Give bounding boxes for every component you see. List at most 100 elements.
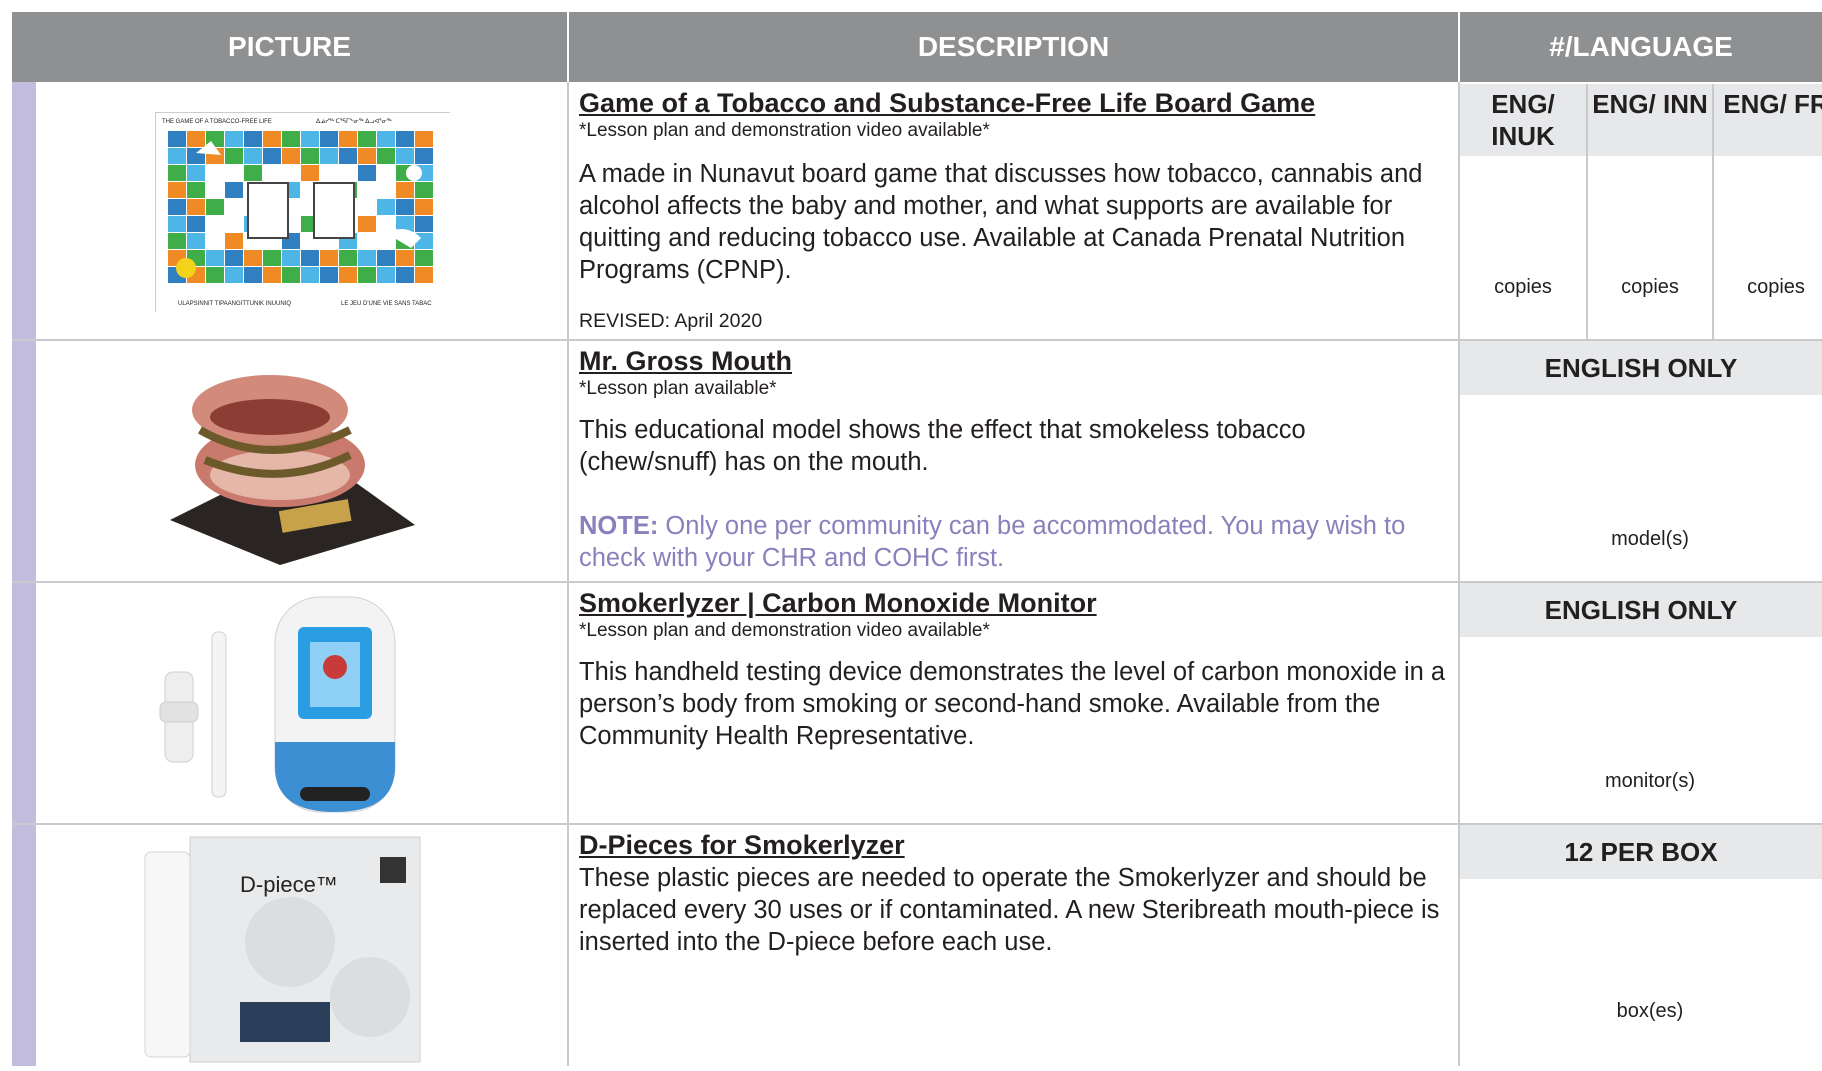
board-square: [244, 131, 262, 147]
board-square: [396, 182, 414, 198]
board-square: [282, 250, 300, 266]
row2-description: This educational model shows the effect …: [579, 416, 1306, 476]
board-square: [415, 267, 433, 283]
board-square: [320, 267, 338, 283]
d-piece-brand-text: D-piece™: [240, 872, 338, 897]
board-game-label-top-left: THE GAME OF A TOBACCO-FREE LIFE: [162, 119, 272, 125]
smokerlyzer-graphic: [159, 596, 396, 813]
row1-description: A made in Nunavut board game that discus…: [579, 160, 1423, 284]
board-square: [187, 131, 205, 147]
row3-unit: monitor(s): [1604, 770, 1695, 792]
board-square: [339, 250, 357, 266]
row3-description: This handheld testing device demonstrate…: [579, 658, 1446, 750]
board-square: [301, 165, 319, 181]
board-square: [320, 148, 338, 164]
board-square: [168, 165, 186, 181]
language-col-divider: [1586, 84, 1588, 339]
row1-unit-eng-inn: copies: [1621, 276, 1679, 298]
board-square: [168, 182, 186, 198]
header-language: #/LANGUAGE: [1460, 12, 1822, 82]
row4-unit: box(es): [1616, 1000, 1684, 1022]
board-square: [244, 250, 262, 266]
board-game-graphic: THE GAME OF A TOBACCO-FREE LIFE ᐃᓅᓯᖅ ᑕᕐᕋ…: [156, 113, 451, 313]
board-square: [263, 250, 281, 266]
board-square: [282, 267, 300, 283]
row3-availability-note: *Lesson plan and demonstration video ava…: [579, 620, 990, 641]
board-square: [396, 267, 414, 283]
board-square: [377, 148, 395, 164]
row2-note-text: Only one per community can be accommodat…: [579, 512, 1406, 572]
board-square: [301, 148, 319, 164]
board-square: [168, 216, 186, 232]
board-square: [377, 267, 395, 283]
row2-availability-note: *Lesson plan available*: [579, 378, 777, 399]
board-square: [206, 267, 224, 283]
board-game-label-top-right: ᐃᓅᓯᖅ ᑕᕐᕋᒥᖕᓂᖅ ᐃᓗᐊᕐᓂᖅ: [316, 118, 392, 125]
board-square: [263, 267, 281, 283]
row3-title: Smokerlyzer | Carbon Monoxide Monitor: [579, 588, 1097, 618]
board-square: [339, 131, 357, 147]
board-square: [187, 233, 205, 249]
row2-accommodation-note: NOTE: Only one per community can be acco…: [579, 510, 1449, 574]
row1-unit-eng-inuk: copies: [1494, 276, 1552, 298]
board-game-label-bottom-right: LE JEU D'UNE VIE SANS TABAC: [341, 301, 432, 307]
board-square: [301, 131, 319, 147]
board-square: [282, 131, 300, 147]
row2-unit: model(s): [1611, 528, 1689, 550]
board-square: [415, 199, 433, 215]
board-square: [358, 148, 376, 164]
column-divider: [567, 82, 569, 1066]
gross-mouth-model-image: [160, 355, 420, 570]
board-square: [396, 148, 414, 164]
gross-mouth-graphic: [170, 375, 415, 565]
board-square: [339, 148, 357, 164]
board-square: [168, 148, 186, 164]
board-square: [377, 199, 395, 215]
language-col-eng-inn: ENG/ INN: [1592, 89, 1708, 119]
board-square: [358, 165, 376, 181]
board-square: [263, 148, 281, 164]
board-square: [225, 267, 243, 283]
row1-unit-eng-fr: copies: [1747, 276, 1805, 298]
board-square: [415, 148, 433, 164]
row1-availability-note: *Lesson plan and demonstration video ava…: [579, 120, 990, 141]
board-square: [415, 131, 433, 147]
board-square: [358, 250, 376, 266]
board-square: [282, 148, 300, 164]
language-col-divider: [1712, 84, 1714, 339]
board-square: [168, 233, 186, 249]
d-piece-graphic: D-piece™: [144, 836, 421, 1063]
board-square: [244, 165, 262, 181]
board-square: [263, 131, 281, 147]
board-square: [225, 182, 243, 198]
board-square: [244, 267, 262, 283]
board-square: [415, 250, 433, 266]
row4-description: These plastic pieces are needed to opera…: [579, 864, 1440, 956]
header-divider: [567, 12, 569, 82]
board-square: [339, 267, 357, 283]
board-square: [396, 199, 414, 215]
board-game-label-bottom-left: ULAPSINNIT TIPAANGITTUNIK INUUNIQ: [178, 301, 291, 307]
row4-title: D-Pieces for Smokerlyzer: [579, 830, 905, 860]
smokerlyzer-image: [140, 592, 460, 817]
board-square: [206, 199, 224, 215]
row2-title: Mr. Gross Mouth: [579, 346, 793, 376]
board-square: [320, 250, 338, 266]
row2-note-label: NOTE:: [579, 512, 659, 540]
board-square: [396, 250, 414, 266]
board-square: [225, 148, 243, 164]
board-game-image: THE GAME OF A TOBACCO-FREE LIFE ᐃᓅᓯᖅ ᑕᕐᕋ…: [155, 112, 451, 313]
language-col-eng-fr: ENG/ FR: [1723, 89, 1822, 119]
row4-language-badge: 12 PER BOX: [1460, 825, 1822, 879]
column-divider: [1458, 82, 1460, 1066]
board-square: [187, 216, 205, 232]
board-square: [244, 148, 262, 164]
board-square: [187, 199, 205, 215]
board-square: [358, 131, 376, 147]
board-square: [415, 216, 433, 232]
board-square: [187, 182, 205, 198]
board-square: [225, 250, 243, 266]
row3-language-badge: ENGLISH ONLY: [1460, 583, 1822, 637]
board-square: [168, 131, 186, 147]
row2-language-badge: ENGLISH ONLY: [1460, 341, 1822, 395]
